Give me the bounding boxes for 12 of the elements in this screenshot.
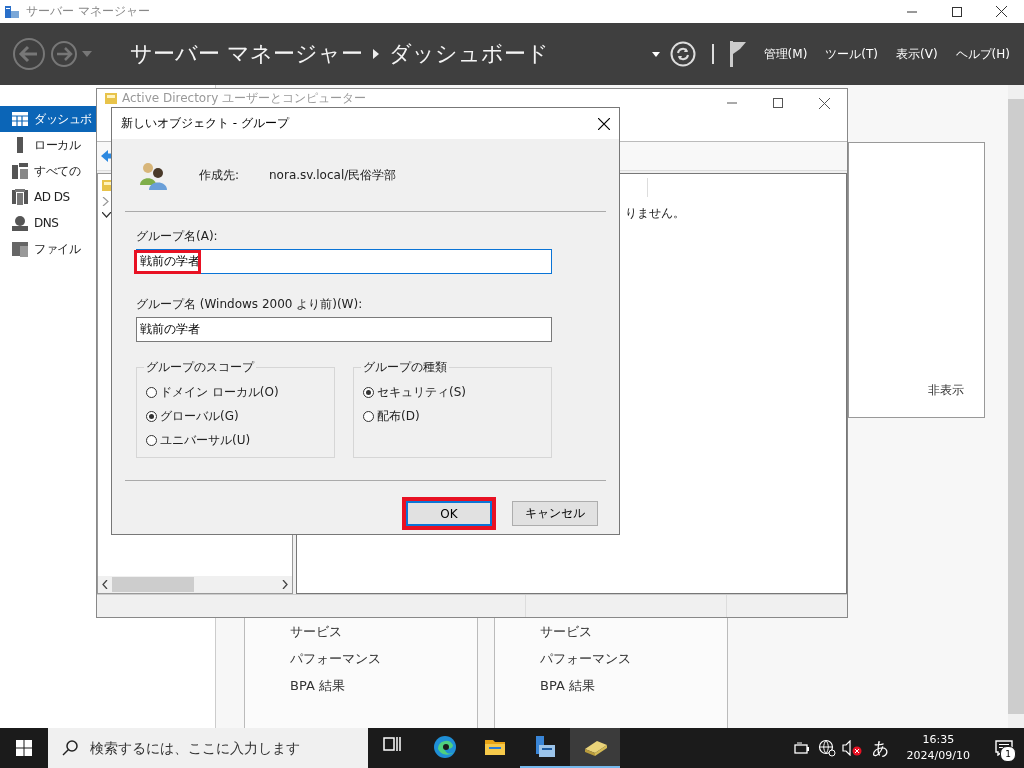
location-text: nora.sv.local/民俗学部 xyxy=(269,166,397,184)
window-title: Active Directory ユーザーとコンピューター xyxy=(122,90,367,107)
group-title: グループの種類 xyxy=(362,359,448,376)
notification-count: 1 xyxy=(1000,746,1016,762)
window-title: サーバー マネージャー xyxy=(26,3,150,20)
group-title: グループのスコープ xyxy=(145,359,256,376)
dialog-title: 新しいオブジェクト - グループ xyxy=(121,115,289,132)
field-label: グループ名(A): xyxy=(136,228,219,245)
field-label: グループ名 (Windows 2000 より前)(W): xyxy=(136,296,364,313)
empty-message: りません。 xyxy=(624,205,686,222)
field-label: 作成先: xyxy=(199,166,241,184)
breadcrumb-item: ダッシュボード xyxy=(389,40,549,68)
